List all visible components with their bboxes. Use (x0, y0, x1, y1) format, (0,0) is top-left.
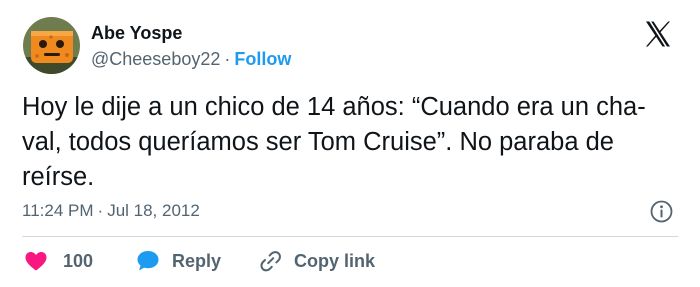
reply-label: Reply (172, 250, 222, 271)
x-logo-icon[interactable] (643, 19, 673, 49)
action-bar: 100 Reply Copy link (22, 247, 678, 275)
info-icon[interactable] (649, 199, 674, 224)
user-handle[interactable]: @Cheeseboy22 (91, 49, 220, 69)
tweet-text: Hoy le dije a un chico de 14 años: “Cuan… (22, 90, 682, 195)
heart-icon (25, 252, 47, 271)
tweet-line: Hoy le dije a un chico de 14 años: “Cuan… (22, 93, 646, 121)
tweet-timestamp[interactable]: 11:24 PM · Jul 18, 2012 (22, 199, 200, 223)
handle-separator: · (224, 49, 231, 69)
link-icon (260, 251, 281, 272)
handle-row: @Cheeseboy22 · Follow (91, 48, 291, 70)
follow-button[interactable]: Follow (234, 49, 291, 69)
copy-link-label: Copy link (294, 250, 376, 271)
avatar[interactable] (23, 17, 80, 74)
speech-bubble-icon (137, 251, 159, 271)
avatar-image (23, 17, 80, 74)
like-count: 100 (63, 250, 94, 271)
reply-button[interactable]: Reply (134, 247, 221, 275)
tweet-time: 11:24 PM (22, 201, 94, 220)
tweet-card: Abe Yospe @Cheeseboy22 · Follow Hoy le dij… (0, 0, 700, 287)
like-button[interactable]: 100 (22, 247, 93, 275)
copy-link-button[interactable]: Copy link (256, 247, 375, 275)
date-separator: · (97, 201, 104, 220)
tweet-date: Jul 18, 2012 (107, 201, 200, 220)
tweet-line: reírse. (22, 163, 95, 191)
tweet-line: val, todos queríamos ser Tom Cruise”. No… (22, 128, 614, 156)
display-name[interactable]: Abe Yospe (91, 22, 182, 44)
divider (22, 236, 678, 237)
